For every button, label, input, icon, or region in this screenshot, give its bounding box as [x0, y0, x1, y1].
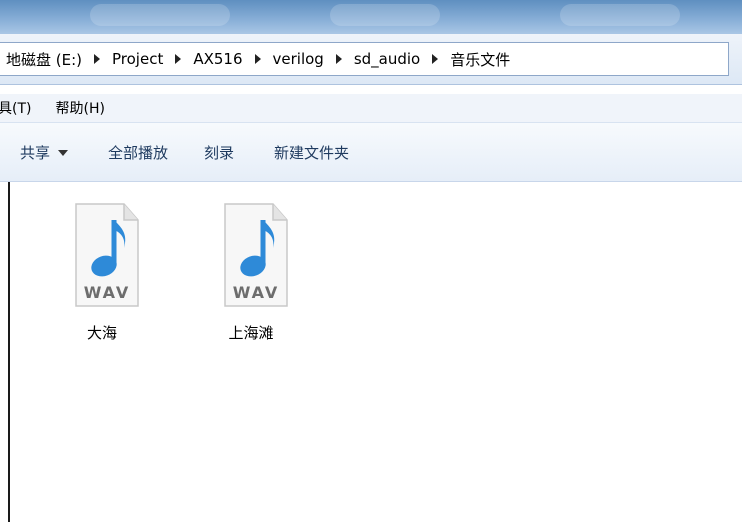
file-item[interactable]: WAV 上海滩 [196, 198, 306, 343]
breadcrumb-ax516[interactable]: AX516 [189, 50, 246, 68]
address-bar: 地磁盘 (E:) Project AX516 verilog sd_audio … [0, 34, 742, 85]
chevron-right-icon[interactable] [335, 54, 342, 64]
chevron-right-icon[interactable] [175, 54, 182, 64]
wav-audio-file-icon: WAV [211, 198, 291, 316]
new-folder-button[interactable]: 新建文件夹 [274, 142, 349, 163]
menu-help[interactable]: 帮助(H) [55, 98, 114, 118]
chevron-right-icon[interactable] [94, 54, 101, 64]
wav-type-label: WAV [233, 283, 280, 302]
title-bar [0, 0, 742, 34]
play-all-button[interactable]: 全部播放 [108, 142, 168, 163]
file-name: 大海 [86, 324, 117, 342]
breadcrumb-sd-audio[interactable]: sd_audio [350, 50, 424, 68]
chevron-down-icon [58, 150, 69, 156]
command-toolbar: 共享 全部播放 刻录 新建文件夹 [0, 123, 742, 182]
menu-bar: 具(T) 帮助(H) [0, 94, 742, 123]
pane-divider [8, 182, 10, 522]
file-name: 上海滩 [228, 324, 274, 342]
breadcrumb[interactable]: 地磁盘 (E:) Project AX516 verilog sd_audio … [0, 42, 729, 76]
wav-type-label: WAV [84, 283, 131, 302]
breadcrumb-project[interactable]: Project [108, 50, 167, 68]
menu-tools[interactable]: 具(T) [0, 98, 41, 118]
share-button[interactable]: 共享 [20, 142, 69, 163]
chevron-right-icon[interactable] [432, 54, 439, 64]
chevron-right-icon[interactable] [254, 54, 261, 64]
share-label: 共享 [20, 143, 51, 162]
breadcrumb-drive-e[interactable]: 地磁盘 (E:) [0, 49, 86, 70]
explorer-window: 地磁盘 (E:) Project AX516 verilog sd_audio … [0, 0, 742, 522]
burn-button[interactable]: 刻录 [204, 142, 234, 163]
file-item[interactable]: WAV 大海 [47, 198, 157, 343]
breadcrumb-music-folder[interactable]: 音乐文件 [446, 49, 514, 70]
wav-audio-file-icon: WAV [62, 198, 142, 316]
breadcrumb-verilog[interactable]: verilog [269, 50, 328, 68]
